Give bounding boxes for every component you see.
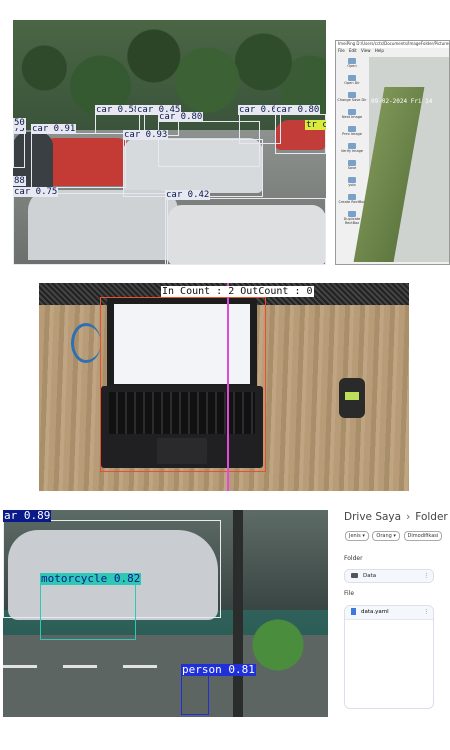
detection-box	[13, 128, 25, 168]
power-adapter	[339, 378, 365, 418]
window-title: ImeiPing D:/Users/ccts/Documents/ImageFo…	[336, 41, 449, 48]
filter-modified[interactable]: Dimodifikasi	[403, 531, 443, 541]
menu-help[interactable]: Help	[375, 48, 384, 53]
detection-label: car 0.80	[158, 112, 204, 122]
street-pole	[233, 510, 243, 717]
detection-label: tr car	[305, 120, 326, 130]
network-cable	[71, 323, 101, 363]
tracking-box	[100, 297, 266, 472]
document-icon	[351, 608, 356, 615]
labeling-app-window: ImeiPing D:/Users/ccts/Documents/ImageFo…	[335, 40, 450, 265]
save-button[interactable]: Save	[337, 160, 367, 176]
folder-heading: Folder	[344, 555, 363, 562]
detection-label: 88	[13, 176, 26, 186]
chevron-down-icon: ▾	[393, 533, 396, 539]
parking-lot-detection-image: 75 car 0.91 car 0.58 car 0.45 car 0.80 c…	[13, 20, 326, 265]
car-detection-label: ar 0.89	[3, 510, 52, 522]
format-button[interactable]: yolo	[337, 177, 367, 193]
menu-edit[interactable]: Edit	[349, 48, 357, 53]
image-canvas[interactable]: 09-02-2024 Fri 14	[353, 57, 449, 262]
street-detection-image: ar 0.89 motorcycle 0.82 person 0.81	[3, 510, 328, 717]
filter-type[interactable]: Jenis ▾	[345, 531, 369, 541]
breadcrumb-folder-data[interactable]: Folder Data	[415, 511, 450, 523]
breadcrumb-my-drive[interactable]: Drive Saya	[344, 511, 401, 523]
detection-label: car 0.91	[31, 124, 77, 134]
change-save-dir-button[interactable]: Change Save Dir	[337, 92, 367, 108]
detection-box	[123, 139, 263, 197]
folder-item-data[interactable]: Data ⋮	[344, 569, 434, 583]
drive-panel: Drive Saya › Folder Data Jenis ▾ Orang ▾ D…	[340, 505, 450, 725]
chevron-right-icon: ›	[406, 511, 411, 523]
menu-bar: File Edit View Help	[336, 48, 449, 55]
menu-file[interactable]: File	[338, 48, 345, 53]
more-options-icon[interactable]: ⋮	[424, 606, 430, 619]
detection-label: car 0.80	[275, 105, 321, 115]
file-header: data.yaml ⋮	[345, 606, 433, 620]
detection-label: car 0.93	[123, 130, 169, 140]
filter-people[interactable]: Orang ▾	[372, 531, 400, 541]
detection-label: car 0.75	[13, 187, 59, 197]
lane-marking	[3, 665, 37, 668]
detection-box	[165, 198, 326, 265]
prev-image-button[interactable]: Prev Image	[337, 126, 367, 142]
cctv-timestamp: 09-02-2024 Fri 14	[371, 98, 433, 105]
person-detection-box	[181, 675, 209, 715]
motorcycle-detection-label: motorcycle 0.82	[40, 572, 142, 585]
lane-marking	[63, 665, 97, 668]
palm-plant	[248, 600, 308, 690]
filter-chips: Jenis ▾ Orang ▾ Dimodifikasi	[345, 531, 444, 541]
file-item-data-yaml[interactable]: data.yaml ⋮	[344, 605, 434, 709]
detection-label: car 0.6	[238, 105, 278, 115]
chevron-down-icon: ▾	[362, 533, 365, 539]
detection-label: 50	[13, 118, 26, 128]
more-options-icon[interactable]: ⋮	[424, 570, 430, 582]
person-detection-label: person 0.81	[181, 663, 256, 676]
detection-box	[13, 193, 168, 265]
open-dir-button[interactable]: Open Dir	[337, 75, 367, 91]
detection-label: car 0.42	[165, 190, 211, 200]
detection-label: car 0.58	[95, 105, 141, 115]
file-heading: File	[344, 590, 355, 597]
lane-marking	[123, 665, 157, 668]
next-image-button[interactable]: Next Image	[337, 109, 367, 125]
breadcrumb: Drive Saya › Folder Data	[344, 511, 450, 523]
menu-view[interactable]: View	[361, 48, 371, 53]
folder-icon	[351, 573, 358, 578]
laptop-counting-image: In Count : 2 OutCount : 0	[39, 283, 409, 491]
verify-image-button[interactable]: Verify Image	[337, 143, 367, 159]
open-button[interactable]: Open	[337, 58, 367, 74]
counting-line	[227, 283, 229, 491]
detection-box	[31, 133, 126, 188]
motorcycle-detection-box	[40, 582, 136, 640]
count-label: In Count : 2 OutCount : 0	[161, 286, 314, 297]
